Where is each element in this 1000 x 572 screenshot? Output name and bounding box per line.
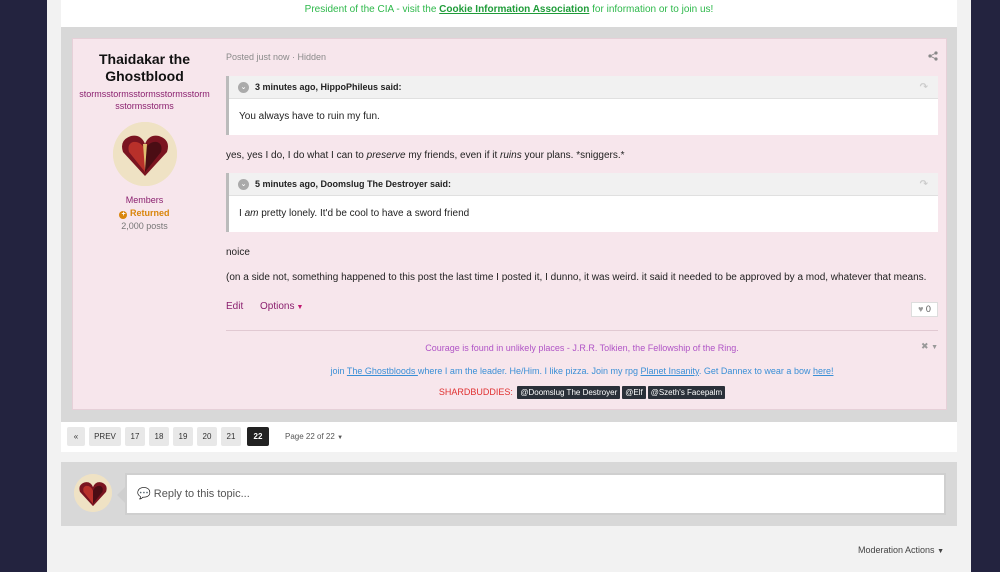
returned-badge: + Returned (119, 208, 170, 219)
post-text: noice (226, 247, 250, 258)
author-group: Members (125, 195, 164, 205)
share-icon[interactable] (928, 51, 938, 61)
signature-links: join The Ghostbloods where I am the lead… (330, 366, 834, 376)
page-button-active[interactable]: 22 (247, 427, 269, 446)
quote-block: ⌄ 3 minutes ago, HippoPhileus said: ↷ Yo… (226, 76, 938, 135)
cookie-association-link[interactable]: Cookie Information Association (439, 4, 589, 15)
previous-post: President of the CIA - visit the Cookie … (61, 0, 957, 27)
page-jump[interactable]: Page 22 of 22 ▼ (285, 427, 343, 448)
signature-quote: Courage is found in unlikely places - J.… (425, 343, 739, 353)
signature-divider (226, 330, 938, 331)
author-panel: Thaidakar the Ghostblood stormsstormssto… (73, 39, 216, 231)
comment-icon: 💬 (137, 488, 151, 500)
post-meta: Posted just now · Hidden (226, 52, 327, 62)
chevron-down-icon[interactable]: ⌄ (238, 82, 249, 93)
planet-insanity-link[interactable]: Planet Insanity (641, 366, 699, 376)
post-text: yes, yes I do, I do what I can to preser… (226, 150, 625, 161)
heart-icon: ♥ (918, 304, 924, 314)
author-name[interactable]: Thaidakar the Ghostblood (73, 51, 216, 85)
signature-shardbuddies: SHARDBUDDIES: @Doomslug The Destroyer @El… (226, 386, 938, 399)
page-button[interactable]: 19 (173, 427, 193, 446)
quote-header: ⌄ 5 minutes ago, Doomslug The Destroyer … (229, 173, 938, 196)
reaction-button[interactable]: ♥ 0 (911, 302, 938, 317)
ghostbloods-link[interactable]: The Ghostbloods (347, 366, 418, 376)
quote-link-icon[interactable]: ↷ (920, 173, 928, 196)
chevron-down-icon[interactable]: ⌄ (238, 179, 249, 190)
page-container: President of the CIA - visit the Cookie … (47, 0, 971, 572)
quote-block: ⌄ 5 minutes ago, Doomslug The Destroyer … (226, 173, 938, 232)
plus-circle-icon: + (119, 211, 128, 219)
author-title: stormsstormsstormsstormsstormsstormsstor… (79, 89, 210, 111)
previous-post-signature: President of the CIA - visit the Cookie … (304, 4, 714, 15)
caret-down-icon: ▼ (296, 304, 304, 311)
page-button[interactable]: 17 (125, 427, 145, 446)
reply-input[interactable]: 💬 Reply to this topic... (117, 473, 946, 515)
forum-post: Thaidakar the Ghostblood stormsstormssto… (72, 38, 947, 410)
post-content: Posted just now · Hidden ⌄ 3 minutes ago… (226, 39, 938, 409)
avatar-heart-icon (112, 122, 177, 186)
options-button[interactable]: Options ▼ (260, 301, 303, 312)
prev-page-button[interactable]: PREV (89, 427, 121, 446)
edit-button[interactable]: Edit (226, 301, 243, 312)
avatar-heart-icon (74, 474, 112, 512)
first-page-button[interactable]: « (67, 427, 85, 446)
reply-avatar (74, 474, 112, 512)
post-actions: Edit Options ▼ (226, 301, 303, 312)
post-text: (on a side not, something happened to th… (226, 272, 927, 283)
page-button[interactable]: 18 (149, 427, 169, 446)
pagination-band (61, 422, 957, 452)
mention-chip[interactable]: @Elf (622, 386, 646, 399)
quote-body: You always have to ruin my fun. (239, 111, 380, 122)
quote-header: ⌄ 3 minutes ago, HippoPhileus said: ↷ (229, 76, 938, 99)
moderation-actions-button[interactable]: Moderation Actions ▼ (858, 545, 944, 555)
caret-down-icon: ▼ (937, 548, 944, 555)
mention-chip[interactable]: @Doomslug The Destroyer (517, 386, 621, 399)
quote-body: I am pretty lonely. It'd be cool to have… (239, 208, 470, 219)
author-post-count: 2,000 posts (121, 221, 168, 231)
quote-link-icon[interactable]: ↷ (920, 76, 928, 99)
caret-down-icon: ▼ (337, 435, 344, 441)
reply-placeholder: 💬 Reply to this topic... (137, 488, 250, 500)
page-button[interactable]: 21 (221, 427, 241, 446)
mention-chip[interactable]: @Szeth's Facepalm (647, 386, 726, 399)
page-button[interactable]: 20 (197, 427, 217, 446)
avatar[interactable] (112, 122, 177, 186)
here-link[interactable]: here! (813, 366, 834, 376)
